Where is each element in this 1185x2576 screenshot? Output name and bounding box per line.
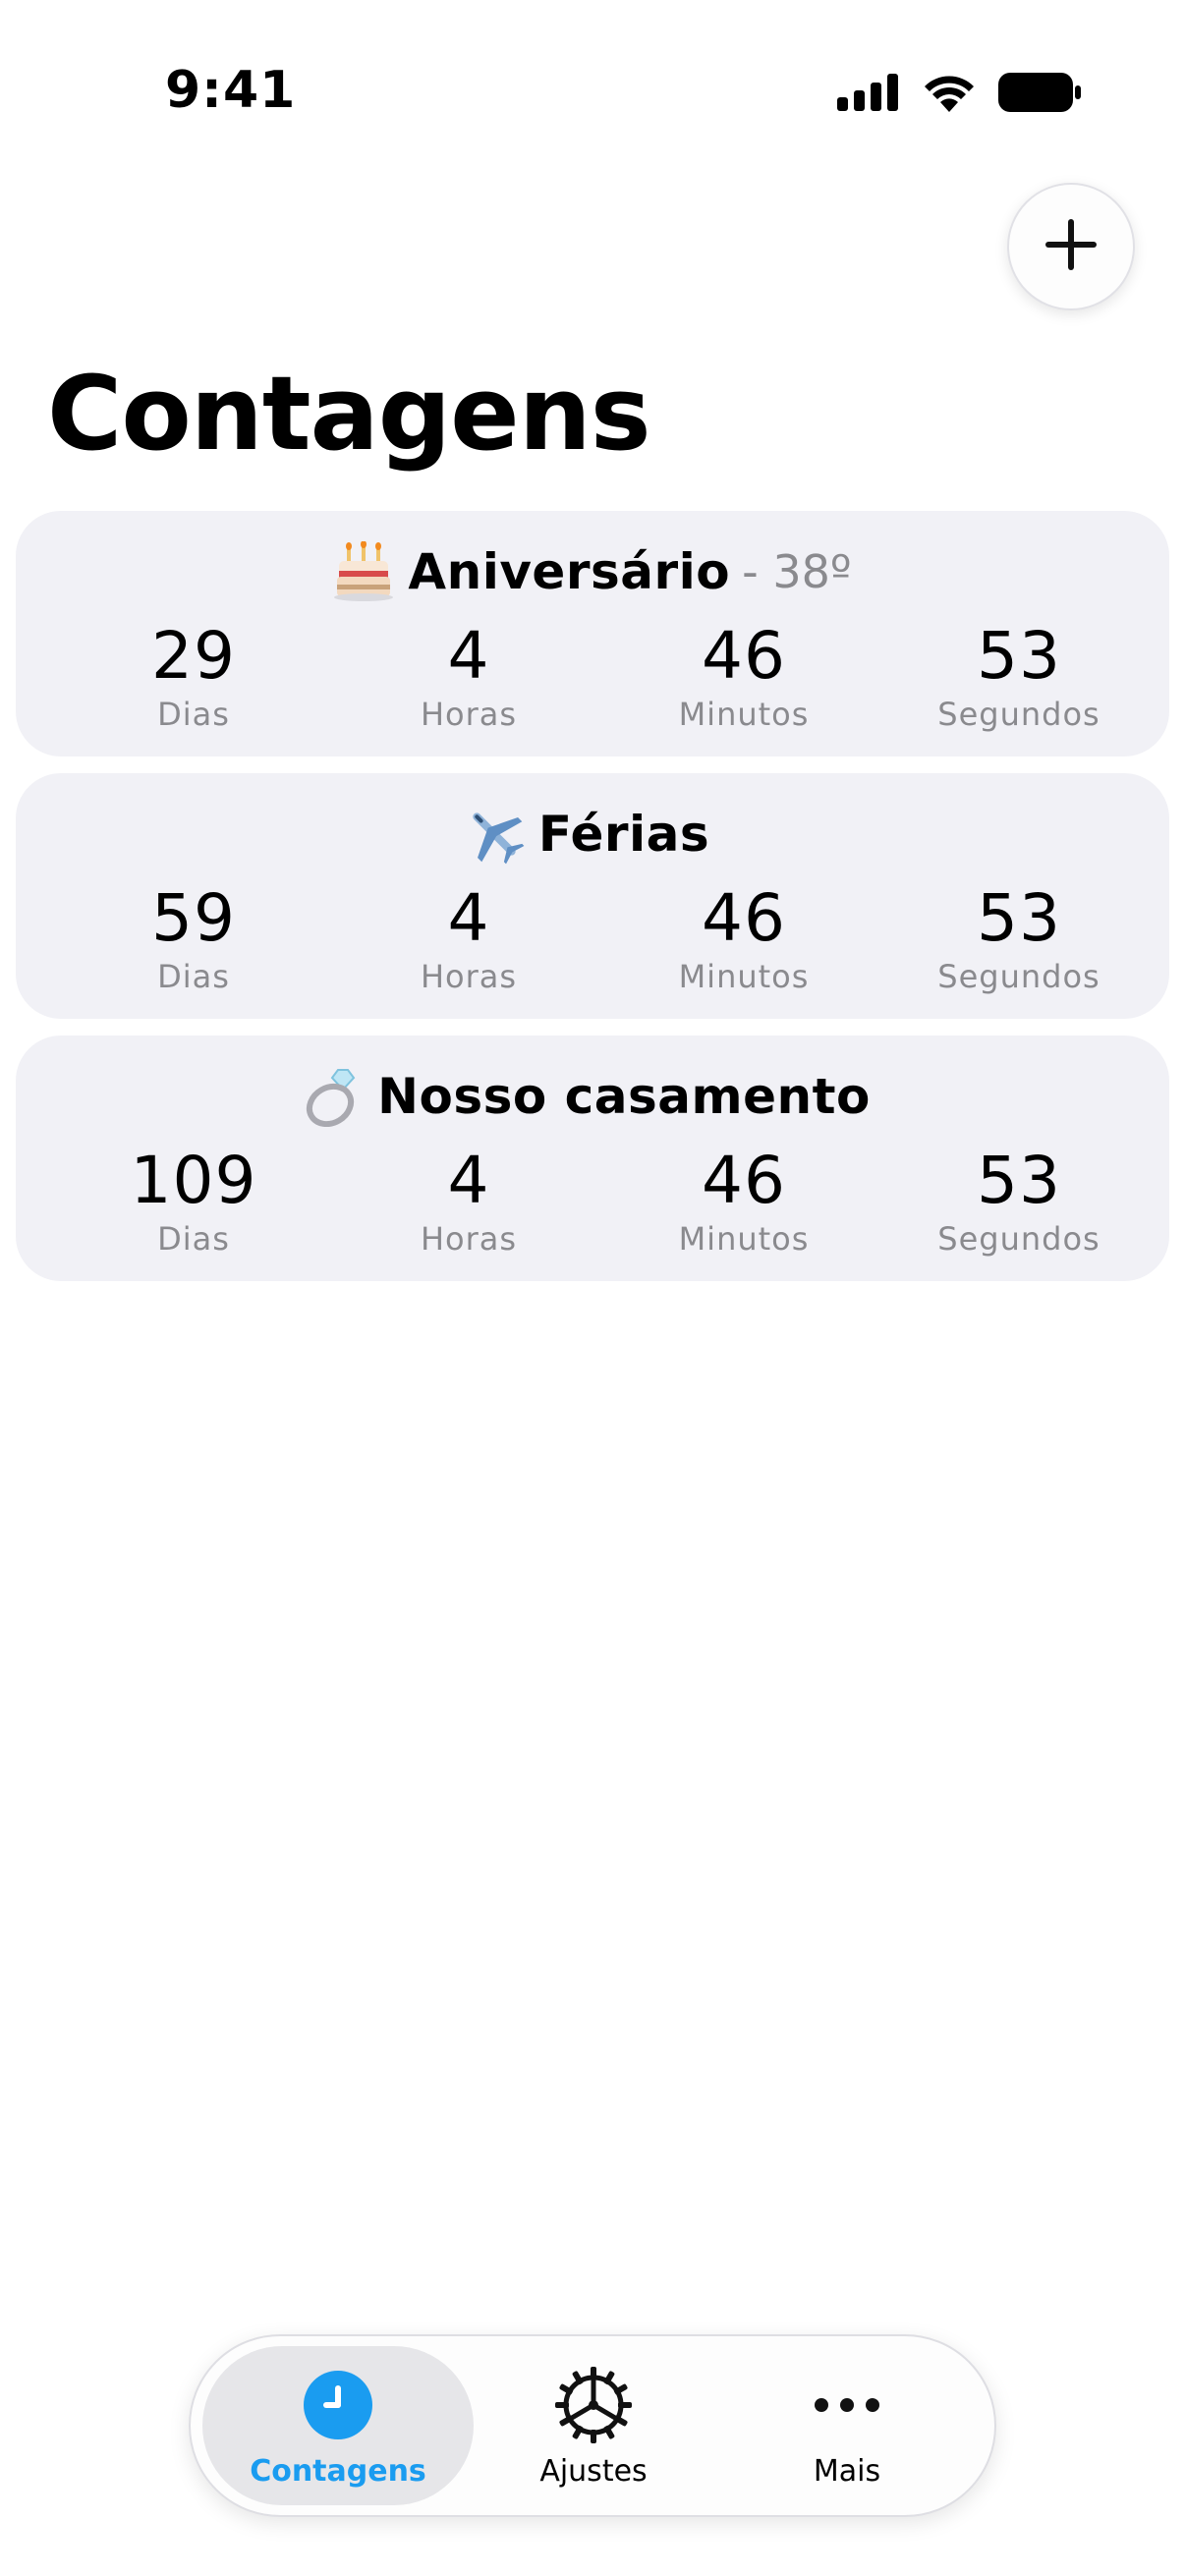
unit-value: 4 [447,880,490,956]
birthday-cake-icon [333,540,394,602]
unit-label: Minutos [678,958,810,995]
unit-minutes: 46 Minutos [606,879,881,995]
cellular-signal-icon [837,74,900,111]
unit-label: Dias [157,1220,230,1258]
unit-label: Dias [157,696,230,733]
unit-hours: 4 Horas [331,1142,606,1258]
countdown-units: 109 Dias 4 Horas 46 Minutos 53 Segundos [16,1142,1169,1269]
tab-ajustes[interactable]: Ajustes [458,2346,729,2505]
unit-label: Minutos [678,696,810,733]
countdown-title: Nosso casamento [377,1067,871,1125]
unit-value: 46 [702,1143,786,1218]
airplane-icon [464,804,525,865]
gear-icon [458,2367,729,2443]
unit-value: 109 [130,1143,257,1218]
add-countdown-button[interactable] [1007,183,1135,310]
countdown-suffix: - 38º [742,544,852,598]
more-icon [711,2368,983,2442]
tab-label: Contagens [250,2454,426,2489]
unit-hours: 4 Horas [331,617,606,733]
page-title: Contagens [47,354,651,474]
card-header: Nosso casamento [16,1061,1169,1130]
tab-label: Ajustes [539,2454,648,2489]
tab-bar: Contagens Ajustes Mais [189,2334,996,2517]
plus-icon [1044,217,1099,276]
countdown-units: 59 Dias 4 Horas 46 Minutos 53 Segundos [16,879,1169,1007]
tab-mais[interactable]: Mais [711,2346,983,2505]
unit-label: Horas [420,958,518,995]
status-time: 9:41 [165,61,297,120]
unit-seconds: 53 Segundos [881,879,1157,995]
countdown-card[interactable]: Férias 59 Dias 4 Horas 46 Minutos 53 Seg… [16,773,1169,1019]
unit-value: 46 [702,618,786,694]
unit-value: 4 [447,1143,490,1218]
countdown-title: Aniversário [408,542,731,600]
countdown-title: Férias [537,805,710,863]
card-header: Férias [16,799,1169,868]
unit-days: 29 Dias [56,617,331,733]
unit-seconds: 53 Segundos [881,1142,1157,1258]
unit-hours: 4 Horas [331,879,606,995]
unit-value: 53 [977,1143,1061,1218]
unit-value: 53 [977,618,1061,694]
unit-label: Segundos [937,958,1100,995]
status-bar: 9:41 [0,0,1185,187]
unit-days: 109 Dias [56,1142,331,1258]
unit-value: 29 [151,618,236,694]
status-icons [837,73,1081,112]
unit-value: 53 [977,880,1061,956]
countdown-units: 29 Dias 4 Horas 46 Minutos 53 Segundos [16,617,1169,745]
unit-value: 46 [702,880,786,956]
unit-minutes: 46 Minutos [606,617,881,733]
countdown-card[interactable]: Nosso casamento 109 Dias 4 Horas 46 Minu… [16,1036,1169,1281]
tab-label: Mais [813,2454,881,2489]
ring-icon [303,1066,364,1127]
unit-label: Horas [420,1220,518,1258]
tab-contagens[interactable]: Contagens [202,2346,474,2505]
unit-value: 4 [447,618,490,694]
clock-icon [202,2368,474,2442]
unit-label: Segundos [937,696,1100,733]
countdown-list: Aniversário - 38º 29 Dias 4 Horas 46 Minu… [16,511,1169,1298]
unit-minutes: 46 Minutos [606,1142,881,1258]
unit-label: Horas [420,696,518,733]
countdown-card[interactable]: Aniversário - 38º 29 Dias 4 Horas 46 Minu… [16,511,1169,756]
unit-seconds: 53 Segundos [881,617,1157,733]
unit-label: Segundos [937,1220,1100,1258]
card-header: Aniversário - 38º [16,536,1169,605]
unit-days: 59 Dias [56,879,331,995]
wifi-icon [922,73,977,112]
unit-value: 59 [151,880,236,956]
unit-label: Dias [157,958,230,995]
battery-icon [998,73,1081,112]
unit-label: Minutos [678,1220,810,1258]
